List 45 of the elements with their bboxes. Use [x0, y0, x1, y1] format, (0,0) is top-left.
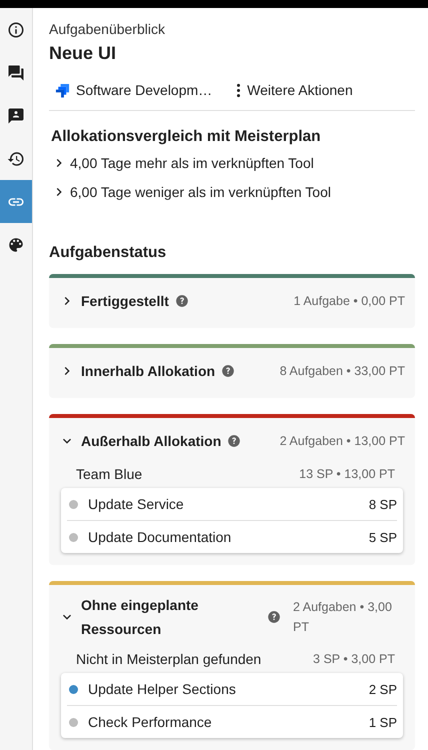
task-points: 5 SP — [368, 530, 397, 544]
task-points: 8 SP — [368, 496, 397, 512]
help-icon[interactable] — [174, 294, 189, 308]
task-row[interactable]: Update Documentation 5 SP — [67, 520, 397, 553]
status-card-header[interactable]: Ohne eingeplante Ressourcen 2 Aufgaben • 3,00 PT — [49, 585, 415, 641]
status-summary: 2 Aufgaben • 3,00 PT — [293, 599, 393, 636]
status-title: Ohne eingeplante Ressourcen — [81, 596, 200, 639]
task-name: Check Performance — [88, 714, 213, 730]
status-card-header[interactable]: Fertiggestellt 1 Aufgabe • 0,00 PT — [49, 278, 415, 316]
section-heading: Aufgabenstatus — [49, 244, 168, 262]
status-title: Fertiggestellt — [81, 292, 169, 311]
status-summary: 1 Aufgabe • 0,00 PT — [294, 293, 405, 310]
history-icon — [7, 150, 25, 168]
person-message-icon — [7, 106, 25, 124]
status-title: Innerhalb Allokation — [81, 362, 216, 381]
more-icon — [236, 82, 242, 98]
team-summary: 13 SP • 13,00 PT — [299, 467, 395, 481]
task-name: Update Helper Sections — [88, 681, 237, 697]
status-summary: 8 Aufgaben • 33,00 PT — [280, 363, 405, 380]
help-icon[interactable] — [221, 364, 236, 378]
palette-icon — [7, 236, 25, 254]
status-card-header[interactable]: Außerhalb Allokation 2 Aufgaben • 13,00 PT — [49, 418, 415, 456]
team-name: Nicht in Meisterplan gefunden — [76, 651, 262, 667]
page-overline: Aufgabenüberblick — [49, 21, 166, 37]
task-row[interactable]: Check Performance 1 SP — [67, 705, 397, 738]
task-row[interactable]: Update Helper Sections 2 SP — [67, 673, 397, 705]
info-icon — [7, 20, 25, 38]
section-heading: Allokationsvergleich mit Meisterplan — [51, 128, 322, 146]
task-points: 1 SP — [368, 714, 397, 730]
task-points: 2 SP — [368, 682, 397, 696]
task-name: Update Documentation — [88, 529, 232, 545]
task-name: Update Service — [88, 496, 185, 512]
status-card-header[interactable]: Innerhalb Allokation 8 Aufgaben • 33,00 PT — [49, 348, 415, 386]
team-summary: 3 SP • 3,00 PT — [313, 652, 395, 666]
action-button[interactable]: Software Developm… — [49, 82, 212, 98]
stacked-arrows-icon — [55, 82, 70, 98]
chat-icon — [7, 64, 25, 82]
status-summary: 2 Aufgaben • 13,00 PT — [280, 433, 405, 450]
help-icon[interactable] — [267, 610, 281, 624]
status-title: Außerhalb Allokation — [81, 432, 222, 451]
action-button[interactable]: Weitere Aktionen — [230, 82, 353, 98]
page-title: Neue UI — [49, 43, 118, 64]
task-row[interactable]: Update Service 8 SP — [67, 488, 397, 520]
team-name: Team Blue — [76, 466, 142, 482]
help-icon[interactable] — [227, 434, 242, 448]
